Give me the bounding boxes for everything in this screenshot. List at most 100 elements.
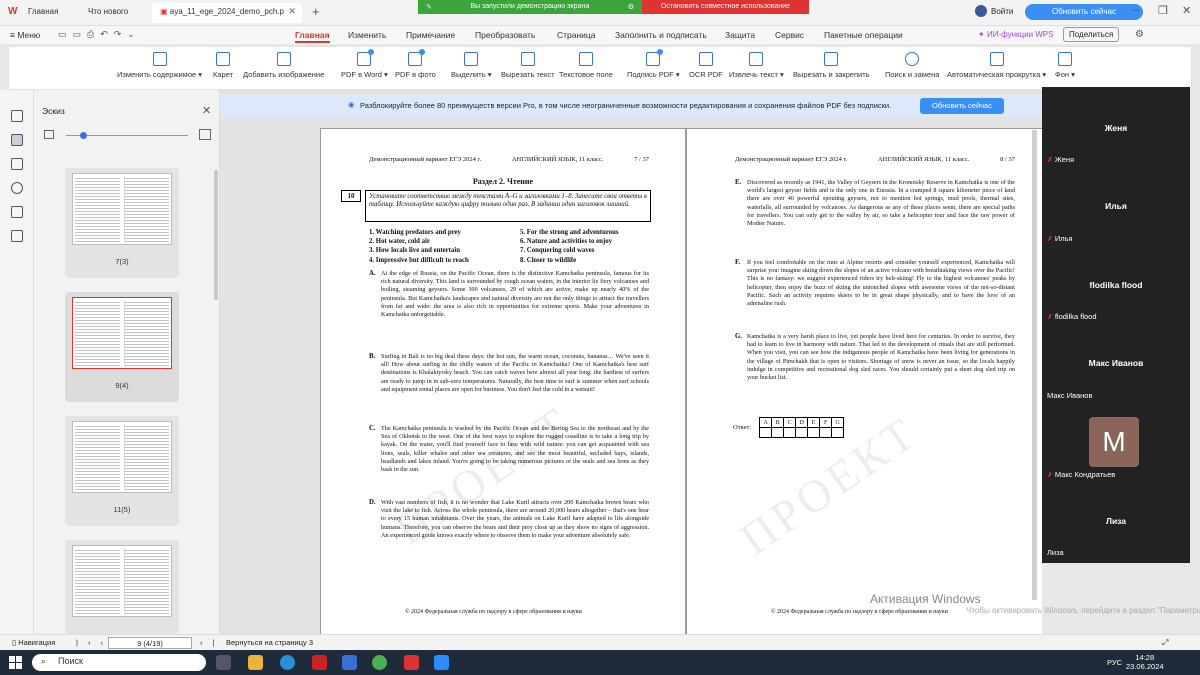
large-image-icon[interactable] xyxy=(199,129,211,140)
word-icon xyxy=(357,49,375,66)
edge-icon[interactable] xyxy=(280,655,295,670)
wps-ai-button[interactable]: ✦ ИИ-функции WPS xyxy=(978,30,1053,39)
pdf-page-8: Демонстрационный вариант ЕГЭ 2024 г. АНГЛ… xyxy=(686,128,1042,634)
pdf-page-7: Демонстрационный вариант ЕГЭ 2024 г. АНГЛ… xyxy=(320,128,686,634)
tab-document[interactable]: ▣ aya_11_ege_2024_demo_pch.p ✕ xyxy=(152,3,302,23)
menu-batch[interactable]: Пакетные операции xyxy=(824,30,903,40)
find-replace-tool[interactable]: Поиск и замена xyxy=(885,49,939,79)
document-scrollbar[interactable] xyxy=(1032,130,1037,600)
video-call-panel: Женя Женя Илья Илья flodilka flood flodi… xyxy=(1042,87,1190,563)
document-viewer[interactable]: ◉ Разблокируйте более 80 преимуществ вер… xyxy=(220,90,1042,634)
signature-icon xyxy=(646,49,664,66)
system-clock[interactable]: 14:28 23.06.2024 xyxy=(1126,653,1164,671)
highlight-tool[interactable]: Выделить ▾ xyxy=(451,49,491,79)
stop-sharing-button[interactable]: Остановить совместное использование xyxy=(642,0,809,14)
participant-avatar: M xyxy=(1089,417,1139,467)
ocr-tool[interactable]: OCR PDF xyxy=(689,49,723,79)
comment-icon[interactable] xyxy=(11,158,23,170)
menu-annotate[interactable]: Примечание xyxy=(406,30,455,40)
cut-pin-tool[interactable]: Вырезать и закрепить xyxy=(793,49,870,79)
text-g: G. Kamchatka is a very harsh place to liv… xyxy=(735,333,1015,381)
participant-name: Женя xyxy=(1104,123,1128,133)
left-rail xyxy=(0,90,34,634)
input-language[interactable]: РУС xyxy=(1107,658,1122,667)
caret-tool[interactable]: Карет xyxy=(213,49,233,79)
taskbar-search[interactable]: ⌕ Поиск xyxy=(32,654,206,671)
participant-name: Илья xyxy=(1105,201,1127,211)
settings-icon[interactable]: ⚙ xyxy=(1135,29,1144,40)
task-view-icon[interactable] xyxy=(216,655,231,670)
thumbnail-page-7[interactable]: 7(3) xyxy=(65,168,179,278)
menu-tools[interactable]: Сервис xyxy=(775,30,804,40)
main-menu-button[interactable]: ≡ Меню xyxy=(10,30,40,40)
sign-pdf-tool[interactable]: Подпись PDF ▾ xyxy=(627,49,680,79)
file-explorer-icon[interactable] xyxy=(248,655,263,670)
restore-icon[interactable]: ❐ xyxy=(1158,4,1168,17)
edit-content-tool[interactable]: Изменить содержимое ▾ xyxy=(117,49,202,79)
menu-protect[interactable]: Защита xyxy=(725,30,755,40)
minimize-icon[interactable]: – xyxy=(1133,4,1139,16)
menu-fill-sign[interactable]: Заполнить и подписать xyxy=(615,30,707,40)
photo-icon xyxy=(408,49,426,66)
quick-access-icons[interactable]: ▭▭⎙↶↷⌄ xyxy=(58,29,141,40)
text-box-tool[interactable]: Текстовое поле xyxy=(559,49,613,79)
menu-home[interactable]: Главная xyxy=(295,30,330,43)
pdf-icon: ▣ xyxy=(160,7,170,16)
thumbnails-icon[interactable] xyxy=(11,134,23,146)
page-number-input[interactable]: 9 (4/19) xyxy=(108,637,192,649)
screen-share-banner: ✎ Вы запустили демонстрацию экрана ⚙ Остан… xyxy=(418,0,809,14)
thumbnail-page-11[interactable]: 11(5) xyxy=(65,416,179,526)
new-tab-icon[interactable]: + xyxy=(312,4,320,19)
menu-convert[interactable]: Преобразовать xyxy=(475,30,535,40)
text-cut-icon xyxy=(520,52,535,66)
extract-text-tool[interactable]: Извлечь текст ▾ xyxy=(729,49,784,79)
close-tab-icon[interactable]: ✕ xyxy=(288,6,296,17)
update-now-button[interactable]: Обновить сейчас xyxy=(1025,4,1143,20)
text-f: F. If you feel comfortable on the runs at… xyxy=(735,259,1015,307)
page-nav-next-icons[interactable]: ›| xyxy=(200,638,224,647)
page-header: Демонстрационный вариант ЕГЭ 2024 г. АНГЛ… xyxy=(735,156,1015,163)
background-tool[interactable]: Фон ▾ xyxy=(1055,49,1075,79)
status-bar: ▯ Навигация |‹‹ 9 (4/19) ›| Вернуться на… xyxy=(0,634,1200,650)
section-title: Раздел 2. Чтение xyxy=(472,177,534,186)
menu-bar: ≡ Меню ▭▭⎙↶↷⌄ Главная Изменить Примечани… xyxy=(0,26,1200,44)
fullscreen-icon[interactable]: ⤢ xyxy=(1162,638,1168,648)
pro-promo-banner: ◉ Разблокируйте более 80 преимуществ вер… xyxy=(220,95,1042,117)
share-status: ✎ Вы запустили демонстрацию экрана ⚙ xyxy=(418,0,642,14)
back-to-page-link[interactable]: Вернуться на страницу 3 xyxy=(226,638,313,647)
app-icon-2[interactable] xyxy=(342,655,357,670)
tab-home[interactable]: Главная xyxy=(20,3,78,23)
thumbnail-pane: Эскиз ✕ 7(3) 9(4) 11(5) xyxy=(34,90,220,634)
menu-edit[interactable]: Изменить xyxy=(348,30,386,40)
menu-page[interactable]: Страница xyxy=(557,30,596,40)
thumbnail-page-13[interactable] xyxy=(65,540,179,634)
chrome-icon[interactable] xyxy=(372,655,387,670)
thumb-scrollbar[interactable] xyxy=(214,170,218,300)
attachment-icon[interactable] xyxy=(11,182,23,194)
close-pane-icon[interactable]: ✕ xyxy=(202,104,211,117)
login-button[interactable]: Войти xyxy=(975,5,1013,17)
navigation-toggle[interactable]: ▯ Навигация xyxy=(12,638,55,647)
zoom-icon[interactable] xyxy=(434,655,449,670)
promo-update-button[interactable]: Обновить сейчас xyxy=(920,98,1004,114)
close-window-icon[interactable]: ✕ xyxy=(1182,4,1191,17)
layers-icon[interactable] xyxy=(11,230,23,242)
windows-activation-title: Активация Windows xyxy=(870,592,981,606)
bookmark-icon[interactable] xyxy=(11,110,23,122)
share-button[interactable]: Поделиться xyxy=(1063,27,1120,42)
add-image-tool[interactable]: Добавить изображение xyxy=(243,49,324,79)
tab-whats-new[interactable]: Что нового xyxy=(80,3,150,23)
cut-text-tool[interactable]: Вырезать текст xyxy=(501,49,555,79)
highlight-icon xyxy=(464,52,479,66)
signature-panel-icon[interactable] xyxy=(11,206,23,218)
wps-taskbar-icon[interactable] xyxy=(404,655,419,670)
pdf-to-image-tool[interactable]: PDF в фото xyxy=(395,49,436,79)
app-icon[interactable] xyxy=(312,655,327,670)
zoom-slider-handle[interactable] xyxy=(80,132,87,139)
windows-start-icon[interactable] xyxy=(9,656,22,669)
pdf-to-word-tool[interactable]: PDF в Word ▾ xyxy=(341,49,388,79)
thumbnail-page-9[interactable]: 9(4) xyxy=(65,292,179,402)
small-image-icon[interactable] xyxy=(44,130,54,139)
auto-scroll-tool[interactable]: Автоматическая прокрутка ▾ xyxy=(947,49,1046,79)
participant-name: Макс Иванов xyxy=(1088,358,1144,368)
